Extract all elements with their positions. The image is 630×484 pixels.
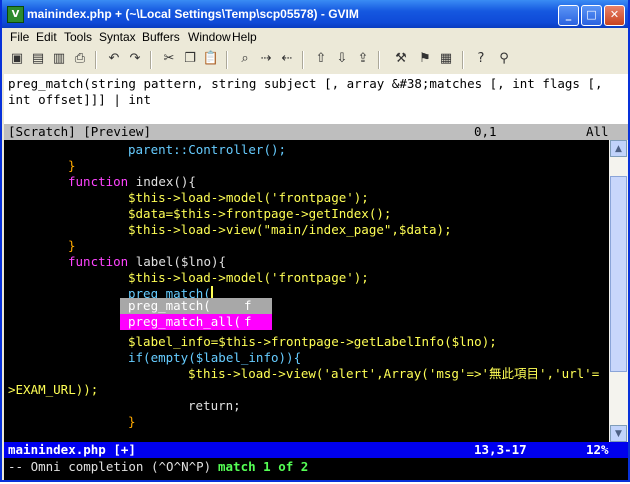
undo-icon[interactable]: ↶ bbox=[105, 50, 123, 68]
preview-status-label: [Scratch] [Preview] bbox=[8, 124, 151, 139]
code-line: parent::Controller(); bbox=[128, 142, 287, 157]
maximize-button[interactable]: □ bbox=[581, 5, 602, 26]
code-line: >EXAM_URL)); bbox=[8, 382, 99, 397]
vertical-scrollbar[interactable]: ▲ ▼ bbox=[609, 140, 628, 442]
code-line: $this->load->model('frontpage'); bbox=[128, 190, 369, 205]
code-line: if(empty($label_info)){ bbox=[128, 350, 302, 365]
scrollbar-thumb[interactable] bbox=[610, 176, 627, 372]
code-area[interactable]: parent::Controller(); } function index()… bbox=[4, 140, 609, 442]
load-session-icon[interactable]: ⇧ bbox=[312, 50, 330, 68]
menu-syntax[interactable]: Syntax bbox=[99, 30, 136, 44]
code-line: } bbox=[68, 158, 76, 173]
open-icon[interactable]: ▣ bbox=[8, 50, 26, 68]
cut-icon[interactable]: ✂ bbox=[160, 50, 178, 68]
scroll-down-button[interactable]: ▼ bbox=[610, 425, 627, 442]
save-session-icon[interactable]: ⇩ bbox=[333, 50, 351, 68]
paste-icon[interactable]: 📋 bbox=[202, 50, 220, 68]
preview-line-2: int offset]]] | int bbox=[8, 92, 151, 107]
print-icon[interactable]: ⎙ bbox=[71, 50, 89, 68]
code-line: return; bbox=[188, 398, 241, 413]
code-line: $label_info=$this->frontpage->getLabelIn… bbox=[128, 334, 497, 349]
make-icon[interactable]: ⚒ bbox=[392, 50, 410, 68]
title-bar[interactable]: V mainindex.php + (~\Local Settings\Temp… bbox=[2, 0, 628, 28]
find-icon[interactable]: ⌕ bbox=[236, 50, 254, 68]
gvim-window: V mainindex.php + (~\Local Settings\Temp… bbox=[0, 0, 630, 482]
completion-item-selected[interactable]: preg_match(f bbox=[120, 298, 272, 314]
menu-edit[interactable]: Edit bbox=[36, 30, 57, 44]
tag-icon[interactable]: ⚑ bbox=[416, 50, 434, 68]
copy-icon[interactable]: ❐ bbox=[181, 50, 199, 68]
save-all-icon[interactable]: ▥ bbox=[50, 50, 68, 68]
code-line: function label($lno){ bbox=[68, 254, 227, 269]
mode-message: -- Omni completion (^O^N^P) bbox=[8, 459, 212, 474]
status-position: 13,3-17 bbox=[474, 442, 527, 457]
command-line: -- Omni completion (^O^N^P) match 1 of 2 bbox=[4, 458, 628, 476]
preview-status-pct: All bbox=[586, 124, 609, 139]
code-line: $data=$this->frontpage->getIndex(); bbox=[128, 206, 392, 221]
vim-icon: V bbox=[7, 6, 24, 23]
match-message: match 1 of 2 bbox=[218, 459, 309, 474]
statusline: mainindex.php [+] 13,3-17 12% bbox=[4, 442, 628, 458]
find-prev-icon[interactable]: ⇠ bbox=[278, 50, 296, 68]
status-filename: mainindex.php [+] bbox=[8, 442, 136, 457]
code-line: } bbox=[68, 238, 76, 253]
code-line: $this->load->view("main/index_page",$dat… bbox=[128, 222, 452, 237]
close-button[interactable]: ✕ bbox=[604, 5, 625, 26]
vim-editor[interactable]: preg_match(string pattern, string subjec… bbox=[4, 74, 628, 480]
redo-icon[interactable]: ↷ bbox=[126, 50, 144, 68]
run-script-icon[interactable]: ⇪ bbox=[354, 50, 372, 68]
preview-line-1: preg_match(string pattern, string subjec… bbox=[8, 76, 603, 91]
find-help-icon[interactable]: ⚲ bbox=[495, 50, 513, 68]
preview-window: preg_match(string pattern, string subjec… bbox=[4, 74, 628, 124]
scroll-up-button[interactable]: ▲ bbox=[610, 140, 627, 157]
help-icon[interactable]: ? bbox=[472, 50, 490, 68]
code-line: $this->load->model('frontpage'); bbox=[128, 270, 369, 285]
find-next-icon[interactable]: ⇢ bbox=[257, 50, 275, 68]
completion-item[interactable]: preg_match_all(f bbox=[120, 314, 272, 330]
code-line: } bbox=[128, 414, 136, 429]
menu-bar: File Edit Tools Syntax Buffers Window He… bbox=[2, 28, 628, 46]
menu-help[interactable]: Help bbox=[232, 30, 257, 44]
menu-file[interactable]: File bbox=[10, 30, 29, 44]
minimize-button[interactable]: _ bbox=[558, 5, 579, 26]
preview-statusline: [Scratch] [Preview] 0,1 All bbox=[4, 124, 628, 140]
menu-tools[interactable]: Tools bbox=[64, 30, 92, 44]
window-title: mainindex.php + (~\Local Settings\Temp\s… bbox=[27, 7, 359, 21]
code-line: function index(){ bbox=[68, 174, 196, 189]
menu-window[interactable]: Window bbox=[188, 30, 231, 44]
preview-status-pos: 0,1 bbox=[474, 124, 497, 139]
menu-buffers[interactable]: Buffers bbox=[142, 30, 180, 44]
save-icon[interactable]: ▤ bbox=[29, 50, 47, 68]
code-line: $this->load->view('alert',Array('msg'=>'… bbox=[188, 366, 600, 381]
shell-icon[interactable]: ▦ bbox=[437, 50, 455, 68]
toolbar: ▣ ▤ ▥ ⎙ ↶ ↷ ✂ ❐ 📋 ⌕ ⇢ ⇠ ⇧ ⇩ ⇪ ⚒ ⚑ ▦ ? ⚲ bbox=[2, 47, 628, 73]
status-percent: 12% bbox=[586, 442, 609, 457]
